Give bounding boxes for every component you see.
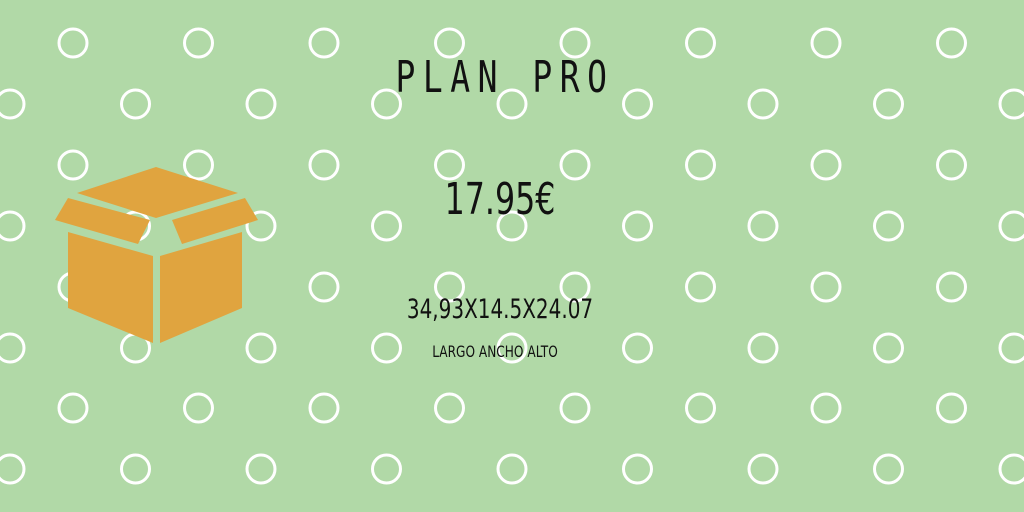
pattern-circle bbox=[0, 210, 26, 242]
pattern-circle bbox=[120, 453, 151, 485]
pattern-circle bbox=[0, 88, 26, 120]
pattern-circle bbox=[873, 453, 904, 485]
pattern-circle bbox=[998, 332, 1024, 364]
pattern-circle bbox=[747, 210, 779, 242]
pattern-circle bbox=[308, 27, 340, 59]
pattern-circle bbox=[810, 271, 842, 303]
pattern-circle bbox=[183, 392, 214, 424]
pattern-circle bbox=[685, 149, 716, 181]
pattern-circle bbox=[998, 210, 1024, 242]
pattern-circle bbox=[936, 271, 967, 303]
pattern-circle bbox=[0, 453, 26, 485]
pattern-circle bbox=[685, 27, 716, 59]
pattern-circle bbox=[245, 453, 277, 485]
pattern-circle bbox=[434, 392, 465, 424]
pattern-circle bbox=[371, 332, 402, 364]
dimensions-label: LARGO ANCHO ALTO bbox=[432, 342, 558, 361]
pattern-circle bbox=[496, 453, 528, 485]
pattern-circle bbox=[308, 392, 340, 424]
pattern-circle bbox=[936, 27, 967, 59]
pattern-circle bbox=[371, 210, 402, 242]
pattern-circle bbox=[685, 271, 716, 303]
pattern-circle bbox=[245, 88, 277, 120]
pattern-circle bbox=[747, 88, 779, 120]
pattern-circle bbox=[120, 88, 151, 120]
pattern-circle bbox=[810, 392, 842, 424]
pattern-circle bbox=[308, 149, 340, 181]
pattern-circle bbox=[873, 210, 904, 242]
plan-title: PLAN PRO bbox=[395, 52, 615, 103]
pattern-circle bbox=[57, 392, 89, 424]
pattern-circle bbox=[559, 392, 591, 424]
pattern-circle bbox=[0, 332, 26, 364]
plan-dimensions: 34,93X14.5X24.07 bbox=[406, 294, 594, 325]
pattern-circle bbox=[747, 453, 779, 485]
pattern-circle bbox=[57, 27, 89, 59]
pattern-circle bbox=[747, 332, 779, 364]
pattern-circle bbox=[998, 88, 1024, 120]
pattern-circle bbox=[873, 88, 904, 120]
pattern-circle bbox=[183, 27, 214, 59]
pattern-circle bbox=[622, 210, 653, 242]
pattern-circle bbox=[308, 271, 340, 303]
pattern-circle bbox=[936, 392, 967, 424]
pattern-circle bbox=[685, 392, 716, 424]
pattern-circle bbox=[622, 332, 653, 364]
pattern-circle bbox=[371, 453, 402, 485]
pattern-circle bbox=[622, 88, 653, 120]
package-box-icon bbox=[55, 167, 258, 343]
plan-price: 17.95€ bbox=[444, 174, 556, 225]
pattern-circle bbox=[998, 453, 1024, 485]
pattern-circle bbox=[810, 149, 842, 181]
pattern-circle bbox=[810, 27, 842, 59]
pattern-circle bbox=[936, 149, 967, 181]
pattern-circle bbox=[622, 453, 653, 485]
pattern-circle bbox=[873, 332, 904, 364]
